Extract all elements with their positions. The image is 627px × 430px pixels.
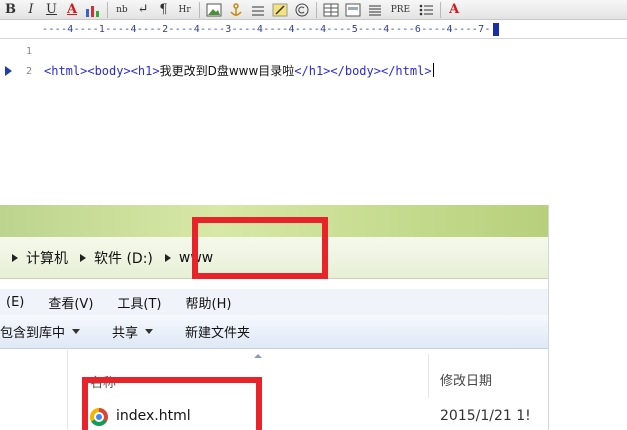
highlight-box-path [192,217,328,279]
column-divider[interactable] [428,354,429,398]
breadcrumb-computer[interactable]: 计算机 [26,248,68,268]
menu-help[interactable]: 帮助(H) [186,293,232,312]
chevron-down-icon [145,329,154,334]
column-header-date[interactable]: 修改日期 [440,370,492,389]
italic-button[interactable]: I [23,1,39,19]
line-number: 1 [25,46,32,57]
file-modified-date: 2015/1/21 1! [440,408,531,424]
font-color-button[interactable]: A [64,1,80,19]
code-open-tags: <html><body><h1> [44,64,160,78]
include-in-library-button[interactable]: 包含到库中 [0,322,81,341]
breadcrumb-arrow-icon[interactable] [12,253,18,262]
table-icon[interactable] [323,3,339,17]
editor-toolbar: B I U A nb ↵ ¶ Hr PRE A [0,0,627,20]
highlight-box-file [82,377,262,430]
bullet-list-icon[interactable] [418,3,434,17]
underline-button[interactable]: U [43,1,60,19]
list-lines-icon[interactable] [367,3,383,17]
code-line[interactable]: <html><body><h1>我更改到D盘www目录啦</h1></body>… [44,62,434,79]
menu-edit[interactable]: (E) [6,295,24,310]
current-line-arrow-icon [5,66,12,76]
share-label: 共享 [112,326,139,341]
nbsp-button[interactable]: nb [113,1,131,19]
pre-button[interactable]: PRE [388,1,413,19]
breadcrumb-arrow-icon[interactable] [80,253,86,262]
toolbar-separator [107,1,109,18]
html-editor: B I U A nb ↵ ¶ Hr PRE A ----4----1----4-… [0,0,627,205]
hr-button[interactable]: Hr [176,1,194,19]
code-close-tags: </h1></body></html> [294,64,432,78]
navigation-pane [0,350,68,430]
menu-view[interactable]: 查看(V) [48,293,93,312]
share-button[interactable]: 共享 [112,322,154,341]
ruler-marks: ----4----1----4----2----4----3----4----4… [42,24,491,35]
bold-button[interactable]: B [2,1,19,19]
line-break-button[interactable]: ↵ [135,1,152,19]
breadcrumb-arrow-icon[interactable] [164,253,171,262]
ruler-column-marker [493,23,499,36]
image-icon[interactable] [206,3,222,17]
text-style-button[interactable]: A [446,1,462,19]
chart-icon[interactable] [85,3,101,17]
line-gutter: 1 2 [0,40,34,205]
code-heading-text: 我更改到D盘www目录啦 [159,64,295,78]
line-number: 2 [25,66,32,77]
copyright-icon[interactable] [294,3,310,17]
anchor-icon[interactable] [228,2,244,17]
menu-tools[interactable]: 工具(T) [117,293,161,312]
toolbar-separator [198,1,200,18]
menu-bar: (E) 查看(V) 工具(T) 帮助(H) [0,289,548,315]
sort-ascending-icon [254,354,262,358]
form-icon[interactable] [345,3,361,17]
details-pane [548,205,627,430]
toolbar-separator [315,1,317,18]
paragraph-button[interactable]: ¶ [156,1,172,19]
new-folder-button[interactable]: 新建文件夹 [185,322,250,341]
text-caret [432,63,434,77]
toolbar-separator [440,1,442,18]
pencil-icon[interactable] [272,3,288,17]
column-ruler: ----4----1----4----2----4----3----4----4… [0,21,627,39]
align-icon[interactable] [250,3,266,17]
command-bar: 包含到库中 共享 新建文件夹 [0,315,548,349]
breadcrumb-drive-d[interactable]: 软件 (D:) [94,248,153,268]
chevron-down-icon [72,329,81,334]
include-in-library-label: 包含到库中 [0,326,66,341]
new-folder-label: 新建文件夹 [185,326,251,341]
